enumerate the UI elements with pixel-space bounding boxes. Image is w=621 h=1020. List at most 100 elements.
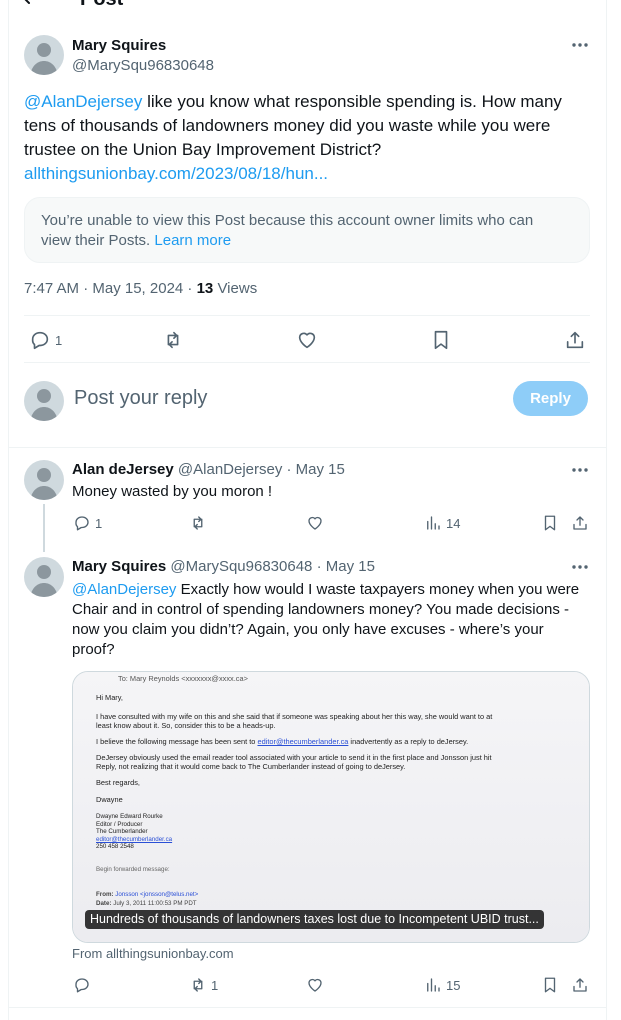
- reply-text-line: now you claim you didn’t? Again, you onl…: [72, 621, 544, 638]
- view-count: 15: [446, 977, 461, 993]
- reply-icon: [31, 331, 49, 350]
- bookmark-button[interactable]: [541, 514, 559, 532]
- post-date[interactable]: · May 15: [287, 461, 345, 478]
- thread-connector: [43, 504, 45, 552]
- repost-count: 1: [211, 977, 219, 993]
- author-handle[interactable]: @MarySqu96830648: [170, 558, 312, 575]
- share-button[interactable]: [571, 976, 589, 994]
- more-options-icon[interactable]: [570, 460, 590, 480]
- views-label: Views: [213, 280, 258, 297]
- reply-composer-input[interactable]: Post your reply: [74, 387, 207, 410]
- bookmark-icon: [544, 515, 556, 531]
- post-text: @AlanDejersey like you know what respons…: [24, 90, 594, 186]
- mention-link[interactable]: @AlanDejersey: [24, 92, 142, 111]
- like-button[interactable]: [306, 514, 324, 532]
- email-field-label: Date:: [96, 899, 112, 907]
- email-signature: Dwayne Edward Rourke: [96, 813, 163, 820]
- reply-header: Mary Squires @MarySqu96830648 · May 15: [72, 558, 375, 575]
- email-signature: The Cumberlander: [96, 828, 148, 835]
- page-title: Post: [80, 0, 123, 11]
- repost-button[interactable]: [189, 514, 207, 532]
- post-timestamp: 7:47 AM · May 15, 2024 · 13 Views: [24, 280, 257, 297]
- link-card[interactable]: To: Mary Reynolds <xxxxxxx@xxxx.ca> Hi M…: [72, 671, 590, 943]
- email-forward-label: Begin forwarded message:: [96, 865, 170, 873]
- email-to-line: To: Mary Reynolds <xxxxxxx@xxxx.ca>: [118, 674, 248, 683]
- author-handle[interactable]: @AlanDejersey: [178, 461, 282, 478]
- analytics-icon: [427, 978, 440, 992]
- author-name[interactable]: Alan deJersey: [72, 461, 174, 478]
- email-signature: editor@thecumberlander.ca: [96, 835, 173, 843]
- email-greeting: Hi Mary,: [96, 693, 123, 702]
- author-handle[interactable]: @MarySqu96830648: [72, 57, 214, 74]
- share-icon: [573, 978, 587, 992]
- post-text-line: trustee on the Union Bay Improvement Dis…: [24, 140, 382, 159]
- author-name[interactable]: Mary Squires: [72, 37, 166, 54]
- mention-link[interactable]: @AlanDejersey: [72, 581, 176, 598]
- reply-icon: [75, 978, 89, 993]
- reply-button[interactable]: Reply: [513, 381, 588, 416]
- heart-icon: [308, 516, 322, 530]
- heart-icon: [308, 978, 322, 992]
- bookmark-icon: [544, 977, 556, 993]
- views-count: 13: [196, 280, 214, 297]
- share-button[interactable]: [564, 329, 586, 351]
- email-screenshot-image: To: Mary Reynolds <xxxxxxx@xxxx.ca> Hi M…: [73, 672, 589, 942]
- back-arrow-icon[interactable]: [20, 0, 40, 8]
- email-paragraph: I have consulted with my wife on this an…: [96, 712, 493, 721]
- reply-button[interactable]: 1: [29, 329, 62, 351]
- repost-button[interactable]: 1: [189, 976, 218, 994]
- avatar[interactable]: [24, 460, 64, 500]
- divider: [8, 1007, 607, 1008]
- email-field-value: July 3, 2011 11:00:53 PM PDT: [113, 899, 197, 907]
- like-button[interactable]: [306, 976, 324, 994]
- email-signature: 250 458 2548: [96, 843, 134, 850]
- email-link: editor@thecumberlander.ca: [257, 737, 349, 746]
- reply-button[interactable]: 1: [73, 514, 102, 532]
- email-paragraph: Dwayne: [96, 795, 123, 804]
- card-caption: Hundreds of thousands of landowners taxe…: [85, 910, 544, 929]
- bookmark-icon: [434, 330, 448, 350]
- bookmark-button[interactable]: [430, 329, 452, 351]
- views-button[interactable]: 14: [424, 514, 460, 532]
- reply-text: Money wasted by you moron !: [72, 483, 273, 500]
- like-button[interactable]: [296, 329, 318, 351]
- avatar[interactable]: [24, 381, 64, 421]
- learn-more-link[interactable]: Learn more: [154, 232, 231, 249]
- share-icon: [573, 516, 587, 530]
- reply-header: Alan deJersey @AlanDejersey · May 15: [72, 461, 345, 478]
- post-time[interactable]: 7:47 AM · May 15, 2024 ·: [24, 280, 197, 297]
- email-paragraph: inadvertently as a reply to deJersey.: [348, 737, 469, 746]
- divider: [24, 315, 590, 316]
- post-date[interactable]: · May 15: [317, 558, 375, 575]
- reply-text: @AlanDejersey Exactly how would I waste …: [72, 580, 597, 660]
- analytics-icon: [427, 516, 440, 530]
- bookmark-button[interactable]: [541, 976, 559, 994]
- reply-count: 1: [55, 332, 63, 348]
- post-text-line: like you know what responsible spending …: [142, 92, 562, 111]
- notice-text: view their Posts.: [41, 232, 151, 249]
- email-paragraph: I believe the following message has been…: [96, 737, 258, 746]
- unavailable-quote-notice: You’re unable to view this Post because …: [24, 197, 590, 263]
- repost-icon: [193, 978, 203, 992]
- more-options-icon[interactable]: [570, 557, 590, 577]
- repost-button[interactable]: [162, 329, 184, 351]
- reply-icon: [75, 516, 89, 531]
- share-icon: [566, 331, 584, 349]
- repost-icon: [167, 331, 179, 349]
- card-source[interactable]: From allthingsunionbay.com: [72, 946, 234, 961]
- email-field-label: From:: [96, 890, 114, 898]
- email-paragraph: least know about it. So, consider this t…: [96, 721, 276, 730]
- repost-icon: [193, 516, 203, 530]
- heart-icon: [298, 332, 316, 349]
- avatar[interactable]: [24, 557, 64, 597]
- author-name[interactable]: Mary Squires: [72, 558, 166, 575]
- external-link[interactable]: allthingsunionbay.com/2023/08/18/hun...: [24, 162, 594, 186]
- notice-text: You’re unable to view this Post because …: [41, 212, 534, 229]
- avatar[interactable]: [24, 35, 64, 75]
- email-paragraph: DeJersey obviously used the email reader…: [96, 753, 492, 762]
- share-button[interactable]: [571, 514, 589, 532]
- email-paragraph: Best regards,: [96, 778, 140, 787]
- views-button[interactable]: 15: [424, 976, 460, 994]
- reply-button[interactable]: [73, 976, 91, 994]
- more-options-icon[interactable]: [570, 35, 590, 55]
